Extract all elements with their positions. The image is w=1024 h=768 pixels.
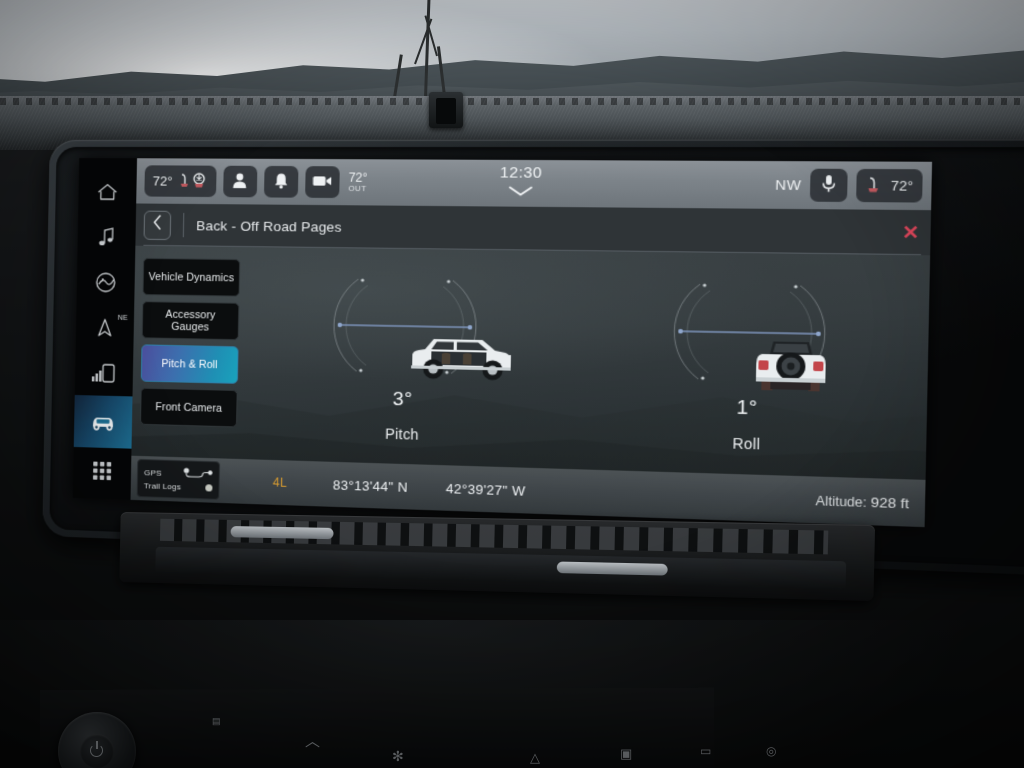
trail-logs-row: Trail Logs	[144, 481, 213, 492]
windshield-sensor-module	[429, 92, 463, 128]
vehicle-icon	[88, 410, 118, 433]
roll-dial	[654, 269, 846, 397]
gps-row: GPS	[144, 466, 213, 481]
camera-icon	[312, 174, 332, 190]
pitch-gauge: 3° Pitch	[236, 247, 575, 469]
outside-temp-label: OUT	[348, 183, 367, 193]
voice-command-button[interactable]	[810, 168, 849, 202]
power-icon	[90, 741, 103, 757]
menu-item-front-camera[interactable]: Front Camera	[139, 387, 238, 428]
rail-item-media[interactable]	[77, 215, 136, 260]
pitch-label: Pitch	[384, 425, 419, 443]
driver-temp-value: 72°	[152, 173, 173, 189]
status-bar-right: NW 72°	[774, 168, 923, 203]
gear-mode-indicator: 4L	[272, 475, 288, 490]
altitude-readout: Altitude: 928 ft	[816, 492, 910, 511]
bell-icon	[273, 172, 289, 192]
rail-item-navigation[interactable]: NE	[76, 305, 135, 350]
trail-logs-label: Trail Logs	[143, 481, 181, 492]
chevron-left-icon	[153, 215, 162, 235]
passenger-climate-button[interactable]: 72°	[856, 168, 923, 203]
navigation-arrow-icon	[96, 317, 114, 337]
altitude-value: 928 ft	[870, 493, 910, 512]
menu-item-pitch-and-roll[interactable]: Pitch & Roll	[140, 344, 239, 384]
fan-up-icon[interactable]: ︿	[305, 730, 320, 751]
recirculate-icon[interactable]: ◎	[766, 744, 776, 758]
climate-control-panel	[40, 687, 715, 768]
status-bar: 72° 72° OUT 12:30 NW 72°	[136, 158, 933, 211]
offroad-menu[interactable]: Vehicle Dynamics Accessory Gauges Pitch …	[131, 246, 241, 459]
vehicle-cabin: NE 72° 72° OUT 12:30 NW 72° Back - Off R…	[0, 0, 1024, 768]
app-rail[interactable]: NE	[72, 157, 138, 500]
driver-climate-button[interactable]: 72°	[144, 165, 217, 198]
music-note-icon	[96, 226, 116, 248]
front-defrost-icon[interactable]: ▣	[620, 746, 632, 762]
ac-icon[interactable]: ▭	[700, 744, 711, 758]
apps-grid-icon	[92, 460, 112, 482]
back-button[interactable]	[143, 210, 172, 240]
heated-seat-icon	[866, 175, 886, 197]
roll-gauge: 1° Roll	[571, 251, 930, 480]
fan-icon[interactable]: ✻	[392, 748, 404, 765]
gps-trail-logs-panel[interactable]: GPS Trail Logs	[136, 458, 221, 500]
phone-signal-icon	[91, 361, 117, 384]
clock: 12:30	[499, 164, 543, 182]
close-x-icon[interactable]: ✕	[902, 222, 920, 244]
menu-item-vehicle-dynamics[interactable]: Vehicle Dynamics	[142, 257, 241, 297]
pitch-dial	[314, 264, 511, 389]
roll-label: Roll	[732, 434, 761, 453]
altitude-label: Altitude:	[815, 493, 867, 510]
rail-item-home[interactable]	[78, 170, 137, 215]
hazard-icon[interactable]: △	[530, 750, 540, 766]
vent-knob-left[interactable]	[230, 526, 334, 540]
page-body: Vehicle Dynamics Accessory Gauges Pitch …	[131, 245, 931, 480]
menu-item-accessory-gauges[interactable]: Accessory Gauges	[141, 301, 240, 341]
infotainment-screen[interactable]: NE 72° 72° OUT 12:30 NW 72° Back - Off R…	[72, 157, 933, 528]
header-divider	[182, 212, 185, 238]
rail-item-radio[interactable]	[76, 260, 135, 305]
roll-value: 1°	[736, 396, 758, 420]
person-icon	[232, 171, 249, 191]
user-profile-button[interactable]	[222, 165, 258, 198]
gps-label: GPS	[143, 468, 162, 478]
notifications-button[interactable]	[263, 165, 299, 198]
trail-path-icon	[182, 467, 213, 481]
record-dot-icon	[205, 484, 213, 492]
passenger-temp-value: 72°	[890, 177, 914, 194]
vent-lower-bar	[155, 546, 847, 590]
rail-item-phone[interactable]	[75, 350, 134, 395]
compass-heading: NW	[774, 176, 802, 194]
rail-item-vehicle[interactable]	[73, 394, 133, 449]
pitch-value: 3°	[392, 388, 413, 411]
microphone-icon	[822, 174, 837, 196]
rear-defrost-icon[interactable]: ▤	[212, 716, 221, 727]
longitude-value: 42°39'27" W	[445, 480, 526, 499]
home-icon	[96, 182, 118, 202]
camera-button[interactable]	[304, 166, 340, 199]
rail-item-navigation-badge: NE	[117, 314, 129, 322]
gauge-area: 3° Pitch 1° Roll	[236, 247, 930, 480]
rail-item-apps[interactable]	[73, 448, 132, 494]
radio-icon	[95, 271, 117, 293]
latitude-value: 83°13'44" N	[332, 476, 408, 495]
windshield-view	[0, 0, 1024, 108]
outside-temperature: 72° OUT	[348, 171, 367, 193]
heated-cooled-seat-icon	[177, 171, 208, 191]
breadcrumb: Back - Off Road Pages	[196, 217, 342, 235]
chevron-down-icon[interactable]	[508, 183, 534, 202]
screen-pane: 72° 72° OUT 12:30 NW 72° Back - Off Road…	[130, 158, 933, 528]
